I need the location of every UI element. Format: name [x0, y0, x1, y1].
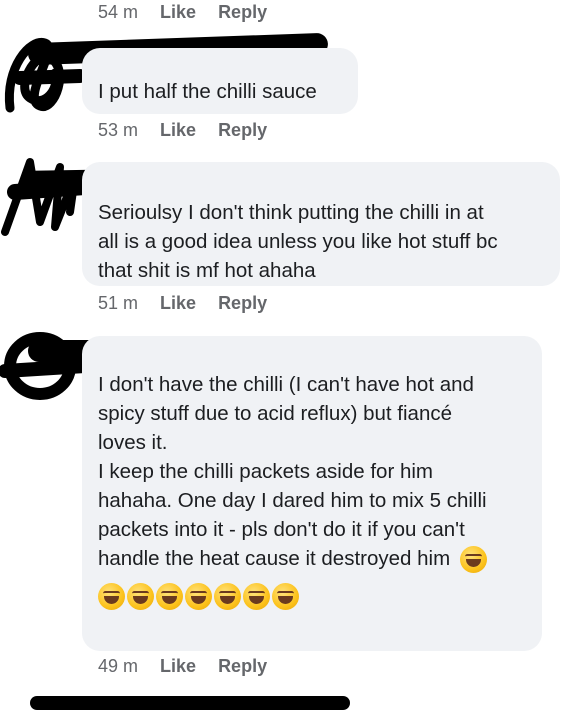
- reply-button[interactable]: Reply: [218, 656, 267, 677]
- like-button[interactable]: Like: [160, 120, 196, 141]
- redacted-avatar: [0, 332, 90, 400]
- like-button[interactable]: Like: [160, 656, 196, 677]
- timestamp: 54 m: [98, 2, 139, 22]
- comment-text: Serioulsy I don't think putting the chil…: [98, 201, 498, 282]
- laughing-emoji-icon: [156, 583, 183, 611]
- laughing-emoji-icon: [185, 583, 212, 611]
- redacted-name: [30, 696, 350, 710]
- comment-bubble: Serioulsy I don't think putting the chil…: [82, 162, 560, 286]
- redacted-avatar: [1, 158, 90, 236]
- emoji-row: [98, 583, 526, 611]
- reply-button[interactable]: Reply: [218, 2, 267, 23]
- comment-meta: 51 m Like Reply: [98, 293, 267, 314]
- laughing-emoji-icon: [214, 583, 241, 611]
- like-button[interactable]: Like: [160, 293, 196, 314]
- comment-bubble: I don't have the chilli (I can't have ho…: [82, 336, 542, 651]
- like-button[interactable]: Like: [160, 2, 196, 23]
- reply-button[interactable]: Reply: [218, 120, 267, 141]
- laughing-emoji-icon: [127, 583, 154, 611]
- comment-text: I keep the chilli packets aside for him …: [98, 460, 487, 570]
- timestamp: 53 m: [98, 120, 139, 140]
- comment-meta: 53 m Like Reply: [98, 120, 267, 141]
- comment-bubble: I put half the chilli sauce: [82, 48, 358, 114]
- laughing-emoji-icon: [243, 583, 270, 611]
- laughing-emoji-icon: [459, 546, 487, 574]
- comment-meta: 54 m Like Reply: [98, 2, 267, 23]
- comment-text: I put half the chilli sauce: [98, 80, 317, 103]
- laughing-emoji-icon: [98, 583, 125, 611]
- timestamp: 51 m: [98, 293, 139, 313]
- comment-meta: 49 m Like Reply: [98, 656, 267, 677]
- reply-button[interactable]: Reply: [218, 293, 267, 314]
- comment-text: I don't have the chilli (I can't have ho…: [98, 373, 474, 454]
- timestamp: 49 m: [98, 656, 139, 676]
- laughing-emoji-icon: [272, 583, 299, 611]
